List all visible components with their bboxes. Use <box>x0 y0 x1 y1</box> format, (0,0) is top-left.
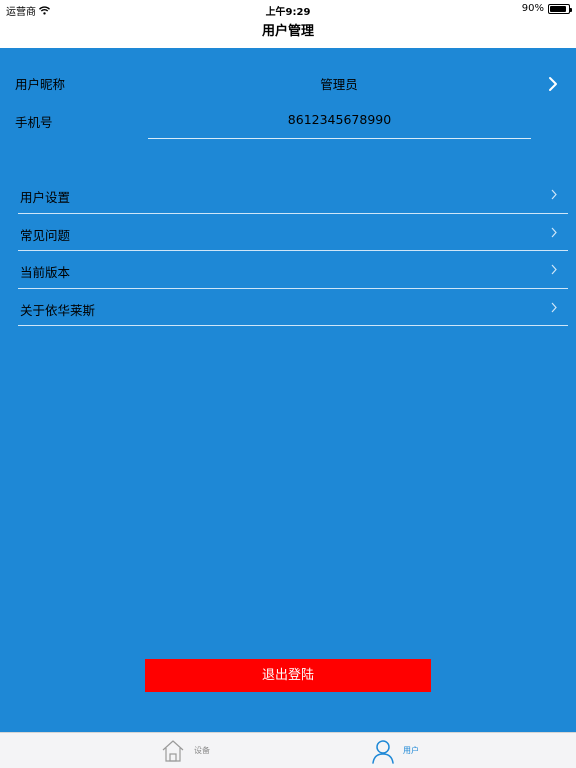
battery-icon <box>548 3 572 14</box>
tab-bar: 设备 用户 <box>0 732 576 768</box>
page-title: 用户管理 <box>261 24 314 39</box>
menu-item-label: 用户设置 <box>20 190 71 205</box>
battery-status: 90% <box>521 3 572 14</box>
menu-item-label: 常见问题 <box>20 227 71 243</box>
menu-item-about[interactable]: 关于依华莱斯 <box>18 289 568 326</box>
nickname-row[interactable]: 用户昵称 管理员 <box>0 72 576 96</box>
phone-input[interactable] <box>148 110 531 139</box>
nav-bar: 用户管理 <box>0 18 576 48</box>
status-bar: 运营商 上午9:29 90% <box>0 0 576 18</box>
menu-item-label: 关于依华莱斯 <box>20 302 96 318</box>
user-icon <box>372 740 394 764</box>
menu-item-user-settings[interactable]: 用户设置 <box>18 176 568 214</box>
logout-button[interactable]: 退出登陆 <box>145 659 431 692</box>
phone-row: 手机号 <box>0 110 576 140</box>
battery-fill <box>550 5 567 12</box>
main-content: 用户昵称 管理员 手机号 用户设置 常见问题 当前版本 <box>0 48 576 732</box>
settings-menu: 用户设置 常见问题 当前版本 关于依华莱斯 <box>18 176 568 326</box>
chevron-right-icon[interactable] <box>546 76 560 92</box>
chevron-right-icon <box>551 189 557 200</box>
phone-label: 手机号 <box>15 115 53 130</box>
nickname-value: 管理员 <box>320 77 358 92</box>
nickname-label: 用户昵称 <box>15 77 66 92</box>
battery-percent: 90% <box>521 3 544 14</box>
chevron-right-icon <box>551 227 557 237</box>
nickname-value-wrap: 管理员 <box>0 74 576 93</box>
tab-user[interactable]: 用户 <box>288 733 576 768</box>
tab-devices[interactable]: 设备 <box>0 733 288 768</box>
menu-item-faq[interactable]: 常见问题 <box>18 214 568 251</box>
chevron-right-icon <box>551 302 557 312</box>
status-time: 上午9:29 <box>265 7 311 18</box>
tab-label: 用户 <box>403 746 419 755</box>
tab-label: 设备 <box>194 746 210 755</box>
home-icon <box>162 740 184 762</box>
menu-item-label: 当前版本 <box>20 265 71 280</box>
menu-item-current-version[interactable]: 当前版本 <box>18 251 568 289</box>
chevron-right-icon <box>551 264 557 275</box>
